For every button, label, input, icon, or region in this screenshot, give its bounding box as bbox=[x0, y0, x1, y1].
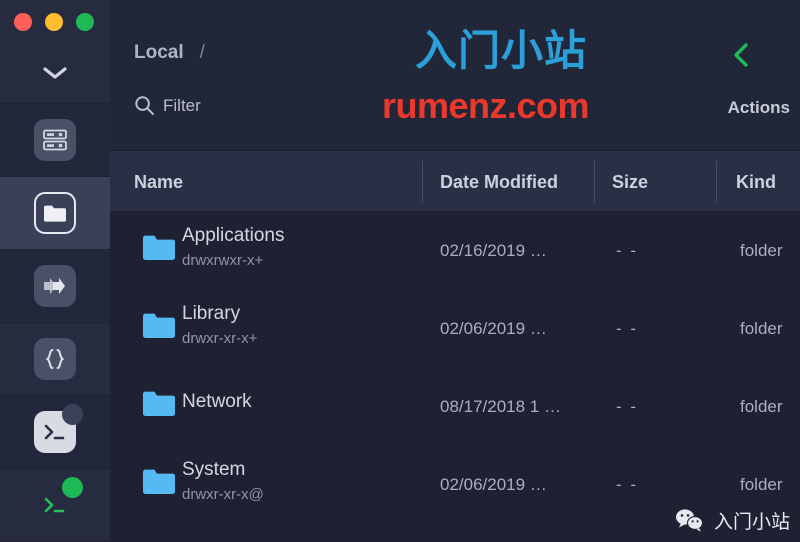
server-rack-icon bbox=[34, 118, 76, 161]
sidebar-item-servers[interactable] bbox=[0, 103, 110, 177]
file-kind: folder bbox=[740, 319, 783, 338]
sidebar-collapse-button[interactable] bbox=[0, 44, 110, 104]
file-name-cell: System drwxr-xr-x@ bbox=[182, 459, 264, 503]
watermark-footer: 入门小站 bbox=[675, 507, 790, 534]
file-name: Library bbox=[182, 303, 241, 324]
chevron-down-icon bbox=[43, 67, 67, 80]
file-name-cell: Library drwxr-xr-x+ bbox=[182, 303, 258, 347]
file-size: - - bbox=[616, 241, 639, 260]
braces-icon bbox=[34, 337, 76, 380]
breadcrumb-root[interactable]: Local bbox=[134, 42, 184, 64]
watermark-footer-text: 入门小站 bbox=[713, 512, 790, 533]
table-row[interactable]: Library drwxr-xr-x+ 02/06/2019 … - - fol… bbox=[110, 290, 800, 368]
file-permissions: drwxr-xr-x@ bbox=[182, 485, 264, 503]
watermark-url: rumenz.com bbox=[382, 85, 590, 126]
table-header: Name Date Modified Size Kind bbox=[110, 150, 800, 212]
zoom-button[interactable] bbox=[76, 13, 94, 32]
folder-icon bbox=[143, 313, 175, 338]
minimize-button[interactable] bbox=[45, 13, 63, 32]
column-divider[interactable] bbox=[422, 161, 423, 203]
column-header-date[interactable]: Date Modified bbox=[440, 151, 558, 213]
file-kind: folder bbox=[740, 241, 783, 260]
actions-button[interactable]: Actions bbox=[728, 98, 790, 118]
window-controls bbox=[0, 0, 110, 44]
file-date: 02/16/2019 … bbox=[440, 241, 547, 260]
file-size: - - bbox=[616, 475, 639, 494]
breadcrumb: Local / bbox=[134, 42, 205, 64]
file-size: - - bbox=[616, 319, 639, 338]
terminal-status-badge bbox=[62, 403, 83, 425]
sidebar-item-files[interactable] bbox=[0, 176, 110, 250]
terminal-icon bbox=[34, 403, 83, 453]
column-header-size[interactable]: Size bbox=[612, 151, 648, 213]
toolbar: Local / Filter Actions 入门小站 rumenz.com bbox=[110, 0, 800, 150]
transfer-arrow-icon bbox=[34, 264, 76, 307]
close-button[interactable] bbox=[14, 13, 32, 32]
session-active-badge bbox=[62, 476, 83, 498]
file-kind: folder bbox=[740, 397, 783, 416]
wechat-icon bbox=[675, 509, 704, 532]
file-size: - - bbox=[616, 397, 639, 416]
file-name-cell: Applications drwxrwxr-x+ bbox=[182, 225, 285, 269]
chevron-left-icon[interactable] bbox=[730, 42, 752, 68]
watermark-title: 入门小站 bbox=[415, 27, 588, 74]
sidebar-item-terminal[interactable] bbox=[0, 395, 110, 469]
folder-icon bbox=[34, 191, 76, 234]
table-row[interactable]: Applications drwxrwxr-x+ 02/16/2019 … - … bbox=[110, 212, 800, 290]
sidebar bbox=[0, 0, 110, 542]
sidebar-item-terminal-session[interactable] bbox=[0, 468, 110, 542]
file-date: 08/17/2018 1 … bbox=[440, 397, 561, 416]
file-kind: folder bbox=[740, 475, 783, 494]
file-name-cell: Network bbox=[182, 391, 252, 418]
file-name: Applications bbox=[182, 225, 285, 246]
file-date: 02/06/2019 … bbox=[440, 319, 547, 338]
breadcrumb-separator: / bbox=[199, 42, 205, 63]
file-permissions: drwxrwxr-x+ bbox=[182, 251, 264, 269]
sidebar-item-code[interactable] bbox=[0, 322, 110, 396]
filter-placeholder: Filter bbox=[163, 95, 201, 115]
file-manager-window: Local / Filter Actions 入门小站 rumenz.com N… bbox=[0, 0, 800, 542]
folder-icon bbox=[143, 235, 175, 260]
filter-field[interactable]: Filter bbox=[134, 95, 201, 116]
file-permissions: drwxr-xr-x+ bbox=[182, 329, 258, 347]
file-list: Applications drwxrwxr-x+ 02/16/2019 … - … bbox=[110, 212, 800, 542]
folder-icon bbox=[143, 469, 175, 494]
table-row[interactable]: Network 08/17/2018 1 … - - folder bbox=[110, 368, 800, 446]
file-name: Network bbox=[182, 391, 252, 412]
column-header-name[interactable]: Name bbox=[134, 151, 183, 213]
column-divider[interactable] bbox=[594, 161, 595, 203]
folder-icon bbox=[143, 391, 175, 416]
column-divider[interactable] bbox=[716, 161, 717, 203]
column-header-kind[interactable]: Kind bbox=[736, 151, 776, 213]
main-panel: Local / Filter Actions 入门小站 rumenz.com N… bbox=[110, 0, 800, 542]
terminal-icon bbox=[34, 476, 83, 526]
search-icon bbox=[135, 96, 154, 115]
file-name: System bbox=[182, 459, 246, 480]
file-date: 02/06/2019 … bbox=[440, 475, 547, 494]
sidebar-item-transfers[interactable] bbox=[0, 249, 110, 323]
